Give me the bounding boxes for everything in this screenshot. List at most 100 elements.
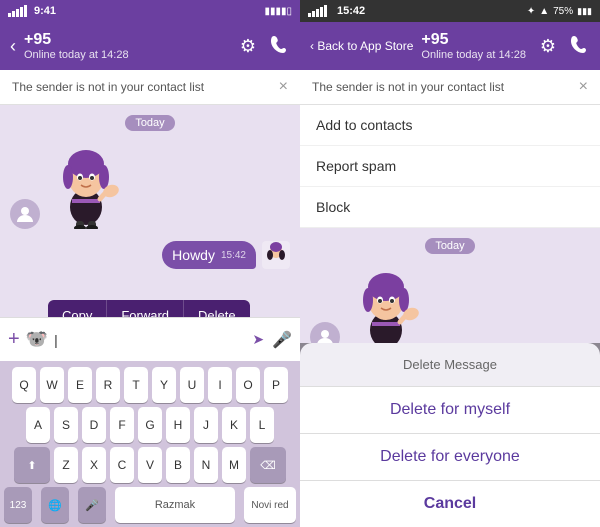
signal-bar-5: [24, 5, 27, 17]
battery-icon: ▮▮▮▮▯: [264, 6, 292, 17]
delete-dialog-box: Delete Message Delete for myself Delete …: [300, 343, 600, 527]
warning-close-button[interactable]: ×: [279, 78, 288, 96]
contact-name: +95: [24, 31, 232, 49]
contact-status: Online today at 14:28: [24, 49, 232, 61]
right-contact-status: Online today at 14:28: [421, 49, 531, 61]
right-chat-area: Today: [300, 228, 600, 527]
right-status-left: 15:42: [308, 5, 365, 17]
key-numbers[interactable]: 123: [4, 487, 32, 523]
key-shift[interactable]: ⬆: [14, 447, 50, 483]
rsb-5: [324, 5, 327, 17]
left-status-bar: 9:41 ▮▮▮▮▯: [0, 0, 300, 22]
key-a[interactable]: A: [26, 407, 50, 443]
key-z[interactable]: Z: [54, 447, 78, 483]
key-g[interactable]: G: [138, 407, 162, 443]
right-warning-close[interactable]: ×: [579, 78, 588, 96]
message-time: 15:42: [221, 250, 246, 261]
send-icon[interactable]: ➤: [252, 331, 264, 348]
key-mic[interactable]: 🎤: [78, 487, 106, 523]
report-spam-item[interactable]: Report spam: [300, 146, 600, 187]
key-space[interactable]: Razmak: [115, 487, 235, 523]
key-r[interactable]: R: [96, 367, 120, 403]
key-m[interactable]: M: [222, 447, 246, 483]
key-n[interactable]: N: [194, 447, 218, 483]
key-f[interactable]: F: [110, 407, 134, 443]
right-header-info: +95 Online today at 14:28: [421, 31, 531, 61]
key-x[interactable]: X: [82, 447, 106, 483]
right-signal-bars: [308, 5, 327, 17]
signal-bar-1: [8, 13, 11, 17]
message-input[interactable]: [54, 332, 246, 348]
sticker-thumbnail: [262, 241, 290, 269]
right-status-bar: 15:42 ✦ ▲ 75% ▮▮▮: [300, 0, 600, 22]
rsb-1: [308, 13, 311, 17]
key-o[interactable]: O: [236, 367, 260, 403]
right-sticker-svg: [346, 262, 426, 352]
key-k[interactable]: K: [222, 407, 246, 443]
key-q[interactable]: Q: [12, 367, 36, 403]
app-store-back-button[interactable]: ‹ Back to App Store: [310, 39, 413, 53]
left-chat-header: ‹ +95 Online today at 14:28 ⚙: [0, 22, 300, 70]
keyboard-row-2: A S D F G H J K L: [4, 407, 296, 443]
header-icons: ⚙: [240, 34, 290, 59]
right-panel: 15:42 ✦ ▲ 75% ▮▮▮ ‹ Back to App Store +9…: [300, 0, 600, 527]
key-backspace[interactable]: ⌫: [250, 447, 286, 483]
left-panel: 9:41 ▮▮▮▮▯ ‹ +95 Online today at 14:28 ⚙…: [0, 0, 300, 527]
right-warning-text: The sender is not in your contact list: [312, 80, 504, 94]
right-date-badge: Today: [300, 238, 600, 254]
emoji-icon[interactable]: 🐨: [26, 329, 48, 350]
key-return[interactable]: Novi red: [244, 487, 296, 523]
signal-bar-3: [16, 9, 19, 17]
delete-for-everyone-button[interactable]: Delete for everyone: [300, 434, 600, 481]
back-button[interactable]: ‹: [10, 36, 16, 57]
forward-button[interactable]: Forward: [107, 300, 184, 317]
key-b[interactable]: B: [166, 447, 190, 483]
block-item[interactable]: Block: [300, 187, 600, 227]
key-d[interactable]: D: [82, 407, 106, 443]
delete-for-myself-button[interactable]: Delete for myself: [300, 387, 600, 434]
input-right-icons: ➤ 🎤: [252, 330, 292, 350]
sticker-image: [46, 139, 126, 229]
key-l[interactable]: L: [250, 407, 274, 443]
delete-button[interactable]: Delete: [184, 300, 250, 317]
sticker-message: [0, 131, 300, 237]
bluetooth-icon: ✦: [527, 6, 535, 17]
add-contacts-item[interactable]: Add to contacts: [300, 105, 600, 146]
delete-dialog-title: Delete Message: [300, 343, 600, 387]
right-chat-header: ‹ Back to App Store +95 Online today at …: [300, 22, 600, 70]
header-info: +95 Online today at 14:28: [24, 31, 232, 61]
warning-text: The sender is not in your contact list: [12, 80, 204, 94]
key-i[interactable]: I: [208, 367, 232, 403]
key-y[interactable]: Y: [152, 367, 176, 403]
key-w[interactable]: W: [40, 367, 64, 403]
key-t[interactable]: T: [124, 367, 148, 403]
plus-icon[interactable]: +: [8, 328, 20, 351]
left-chat-area: Today: [0, 105, 300, 317]
right-settings-icon[interactable]: ⚙: [540, 36, 556, 57]
avatar: [10, 199, 40, 229]
cancel-delete-button[interactable]: Cancel: [300, 481, 600, 527]
copy-button[interactable]: Copy: [48, 300, 107, 317]
key-h[interactable]: H: [166, 407, 190, 443]
key-u[interactable]: U: [180, 367, 204, 403]
date-badge: Today: [0, 115, 300, 131]
right-time: 15:42: [337, 5, 365, 17]
key-globe[interactable]: 🌐: [41, 487, 69, 523]
key-e[interactable]: E: [68, 367, 92, 403]
call-icon[interactable]: [270, 34, 290, 59]
key-c[interactable]: C: [110, 447, 134, 483]
input-area: + 🐨 ➤ 🎤: [0, 317, 300, 361]
microphone-icon[interactable]: 🎤: [272, 330, 292, 350]
signal-bar-4: [20, 7, 23, 17]
battery-percent: 75%: [553, 6, 573, 17]
wifi-icon: ▲: [539, 6, 549, 17]
key-p[interactable]: P: [264, 367, 288, 403]
signal-bar-2: [12, 11, 15, 17]
key-s[interactable]: S: [54, 407, 78, 443]
right-call-icon[interactable]: [570, 34, 590, 59]
left-status-right: ▮▮▮▮▯: [264, 6, 292, 17]
sent-text: Howdy: [172, 247, 215, 263]
settings-icon[interactable]: ⚙: [240, 36, 256, 57]
key-v[interactable]: V: [138, 447, 162, 483]
key-j[interactable]: J: [194, 407, 218, 443]
